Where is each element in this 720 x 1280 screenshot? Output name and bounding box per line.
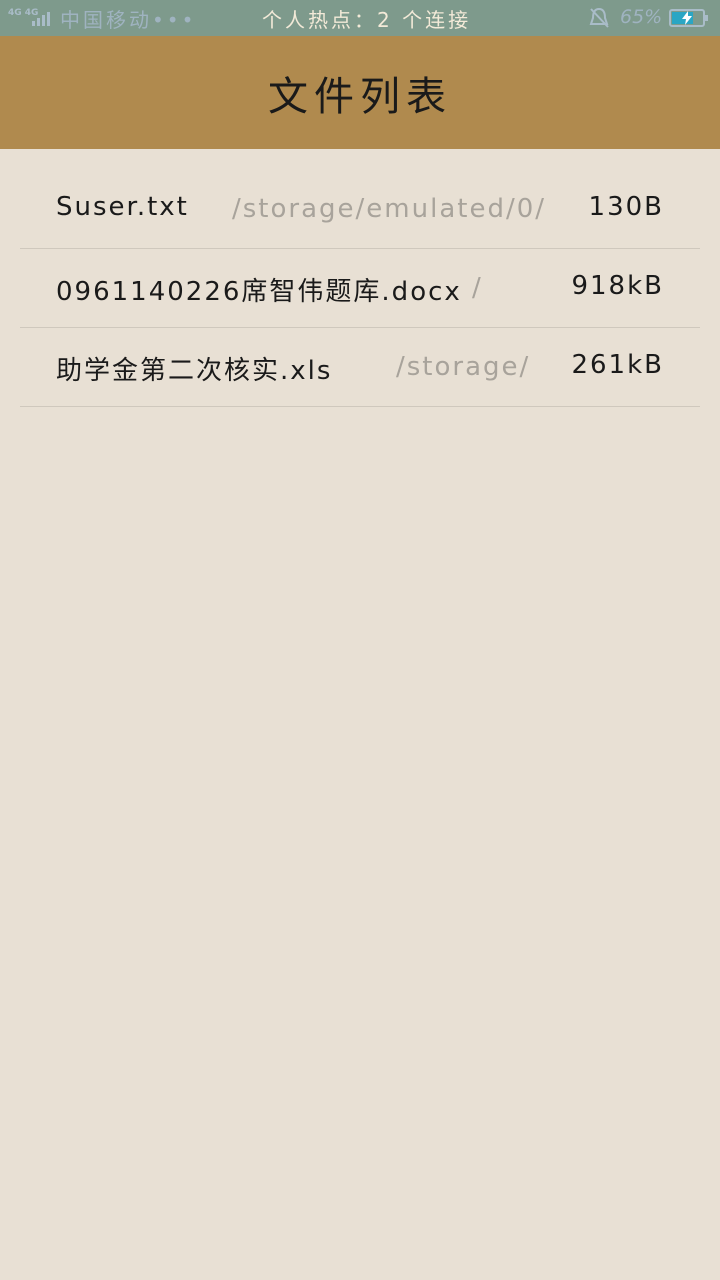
battery-charging-icon: [669, 9, 708, 27]
file-name: Suser.txt: [56, 192, 189, 222]
hotspot-status: 个人热点：2 个连接: [262, 8, 472, 32]
app-bar: 文件列表: [0, 36, 720, 149]
file-name: 0961140226席智伟题库.docx: [56, 277, 462, 307]
bell-muted-icon: [589, 7, 609, 28]
file-list: Suser.txt /storage/emulated/0/ 130B 0961…: [20, 170, 700, 407]
file-path: /: [472, 273, 483, 303]
file-size: 261kB: [571, 350, 664, 380]
file-row[interactable]: Suser.txt /storage/emulated/0/ 130B: [20, 170, 700, 249]
battery-percent: 65%: [620, 6, 663, 28]
page-title: 文件列表: [268, 73, 452, 120]
status-bar: 4G 4G 中国移动••• 个人热点：2 个连接 65%: [0, 0, 720, 36]
file-row[interactable]: 0961140226席智伟题库.docx / 918kB: [20, 249, 700, 328]
carrier-name: 中国移动•••: [60, 8, 197, 32]
file-row[interactable]: 助学金第二次核实.xls /storage/ 261kB: [20, 328, 700, 407]
file-path: /storage/emulated/0/: [232, 194, 547, 224]
signal-icon: [32, 10, 50, 26]
file-size: 918kB: [571, 271, 664, 301]
file-size: 130B: [588, 192, 664, 222]
file-name: 助学金第二次核实.xls: [56, 356, 333, 386]
file-path: /storage/: [396, 352, 531, 382]
